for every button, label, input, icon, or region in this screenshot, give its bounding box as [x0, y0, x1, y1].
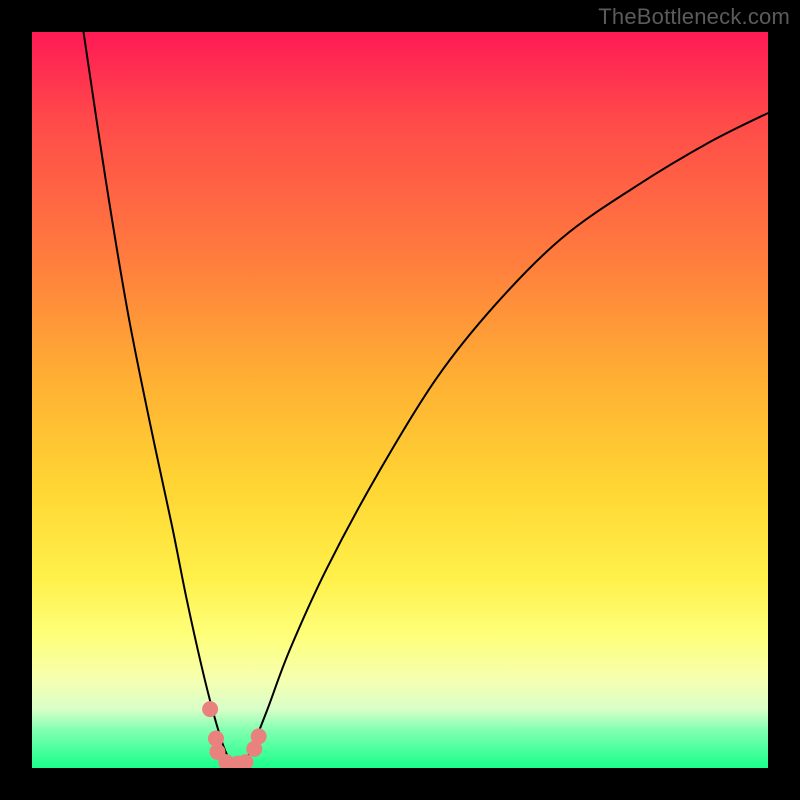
curve-markers [202, 701, 267, 768]
watermark-text: TheBottleneck.com [598, 4, 790, 30]
curve-marker [202, 701, 218, 717]
bottleneck-curve-path [84, 32, 768, 764]
chart-frame: TheBottleneck.com [0, 0, 800, 800]
curve-layer [32, 32, 768, 768]
plot-area [32, 32, 768, 768]
curve-marker [251, 728, 267, 744]
